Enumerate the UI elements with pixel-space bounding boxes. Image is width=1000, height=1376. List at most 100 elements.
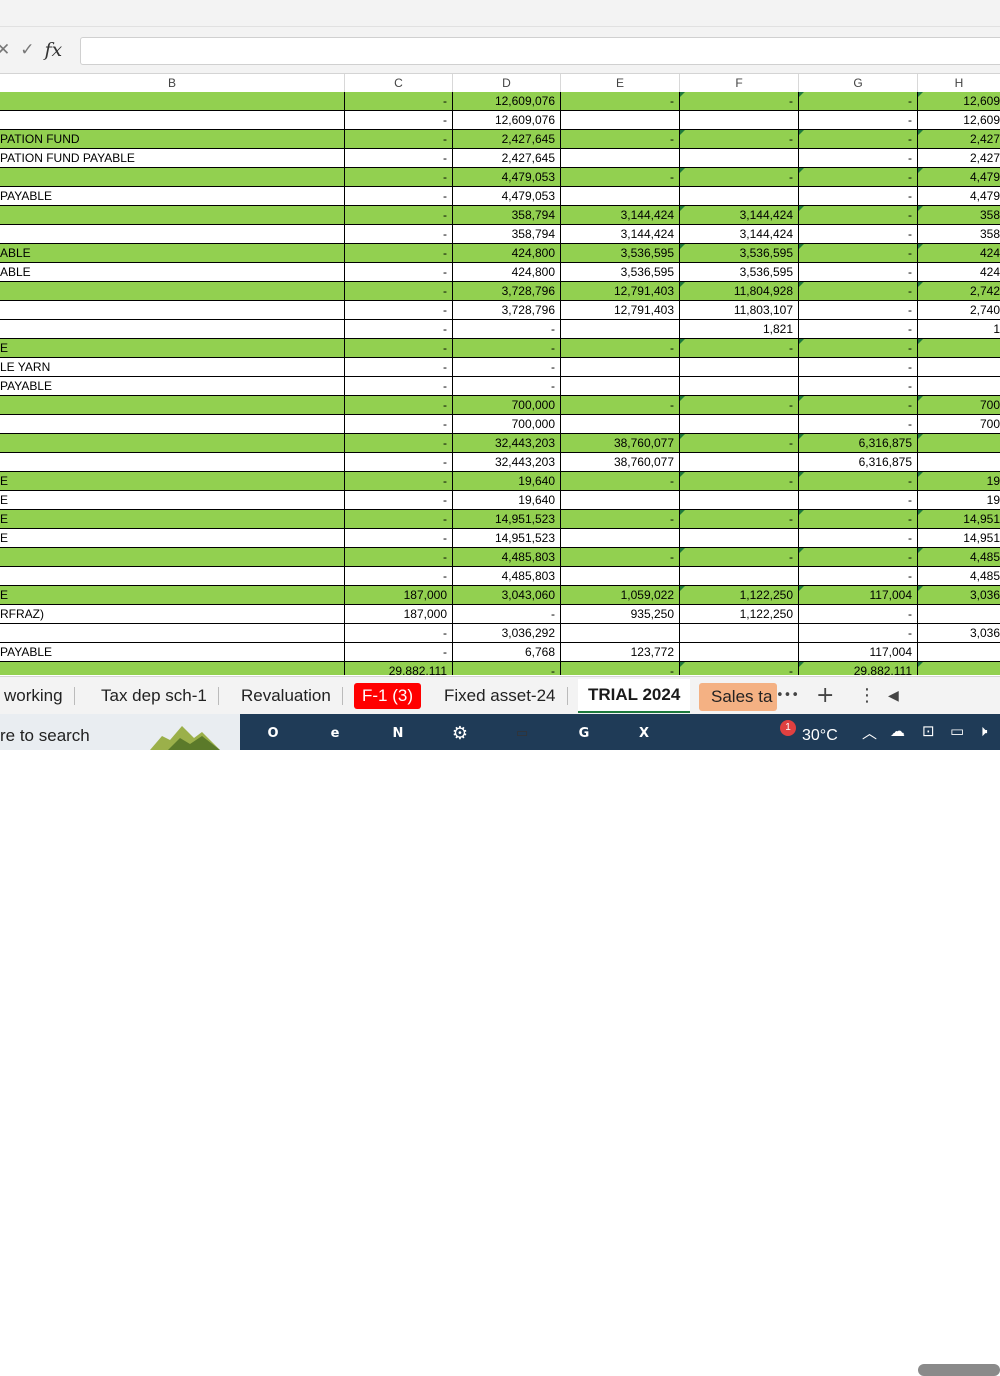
- cell-e[interactable]: [561, 377, 680, 396]
- column-header-d[interactable]: D: [453, 74, 561, 92]
- cell-f[interactable]: [680, 111, 799, 130]
- cell-b[interactable]: ABLE: [0, 263, 345, 282]
- cell-c[interactable]: -: [345, 168, 453, 187]
- cell-c[interactable]: -: [345, 130, 453, 149]
- cell-b[interactable]: [0, 206, 345, 225]
- cell-b[interactable]: E: [0, 510, 345, 529]
- cell-h[interactable]: [918, 434, 1000, 453]
- cell-d[interactable]: 32,443,203: [453, 453, 561, 472]
- cell-h[interactable]: 19: [918, 491, 1000, 510]
- battery-icon[interactable]: ▭: [950, 722, 964, 740]
- cell-e[interactable]: 3,144,424: [561, 206, 680, 225]
- cell-h[interactable]: 2,742: [918, 282, 1000, 301]
- cell-f[interactable]: [680, 567, 799, 586]
- cell-c[interactable]: 29,882,111: [345, 662, 453, 675]
- cell-b[interactable]: E: [0, 339, 345, 358]
- cell-g[interactable]: -: [799, 377, 918, 396]
- cell-c[interactable]: -: [345, 206, 453, 225]
- sheet-tab-f-1-3[interactable]: F-1 (3): [354, 683, 421, 709]
- cell-b[interactable]: [0, 168, 345, 187]
- cell-b[interactable]: PATION FUND PAYABLE: [0, 149, 345, 168]
- volume-icon[interactable]: 🕨: [978, 722, 987, 740]
- cell-f[interactable]: -: [680, 434, 799, 453]
- cell-f[interactable]: [680, 624, 799, 643]
- cell-c[interactable]: -: [345, 339, 453, 358]
- cell-d[interactable]: -: [453, 605, 561, 624]
- sheet-tab-working[interactable]: working: [4, 677, 75, 715]
- cell-c[interactable]: -: [345, 491, 453, 510]
- column-header-e[interactable]: E: [561, 74, 680, 92]
- cell-e[interactable]: -: [561, 662, 680, 675]
- outlook-app-icon[interactable]: O: [260, 722, 286, 746]
- cell-f[interactable]: 3,536,595: [680, 244, 799, 263]
- cell-g[interactable]: -: [799, 130, 918, 149]
- cell-e[interactable]: 38,760,077: [561, 453, 680, 472]
- cell-e[interactable]: [561, 187, 680, 206]
- cell-d[interactable]: 19,640: [453, 472, 561, 491]
- cell-b[interactable]: RFRAZ): [0, 605, 345, 624]
- cell-d[interactable]: 14,951,523: [453, 529, 561, 548]
- cell-h[interactable]: 2,427: [918, 130, 1000, 149]
- cell-d[interactable]: -: [453, 358, 561, 377]
- cell-d[interactable]: -: [453, 320, 561, 339]
- sheet-menu-icon[interactable]: ⋮: [858, 677, 876, 715]
- cell-g[interactable]: -: [799, 149, 918, 168]
- more-sheets-icon[interactable]: •••: [776, 677, 799, 715]
- cell-f[interactable]: 1,122,250: [680, 605, 799, 624]
- cell-f[interactable]: -: [680, 92, 799, 111]
- cell-h[interactable]: [918, 339, 1000, 358]
- cell-b[interactable]: [0, 434, 345, 453]
- cell-g[interactable]: -: [799, 339, 918, 358]
- cell-f[interactable]: [680, 453, 799, 472]
- cell-d[interactable]: 2,427,645: [453, 130, 561, 149]
- cell-e[interactable]: [561, 149, 680, 168]
- show-hidden-icons-icon[interactable]: ︿: [862, 722, 877, 743]
- cell-e[interactable]: -: [561, 339, 680, 358]
- cell-g[interactable]: -: [799, 320, 918, 339]
- cell-e[interactable]: [561, 567, 680, 586]
- cell-f[interactable]: -: [680, 662, 799, 675]
- cell-f[interactable]: -: [680, 130, 799, 149]
- cell-c[interactable]: 187,000: [345, 605, 453, 624]
- cell-e[interactable]: [561, 111, 680, 130]
- cell-f[interactable]: [680, 358, 799, 377]
- cell-c[interactable]: -: [345, 415, 453, 434]
- cell-h[interactable]: 4,485: [918, 548, 1000, 567]
- cell-f[interactable]: [680, 377, 799, 396]
- onenote-app-icon[interactable]: N: [385, 722, 411, 746]
- cell-h[interactable]: [918, 605, 1000, 624]
- cell-g[interactable]: -: [799, 358, 918, 377]
- cell-f[interactable]: -: [680, 548, 799, 567]
- cell-d[interactable]: -: [453, 377, 561, 396]
- cell-c[interactable]: -: [345, 396, 453, 415]
- cell-h[interactable]: 700: [918, 396, 1000, 415]
- cell-h[interactable]: 14,951: [918, 529, 1000, 548]
- cell-d[interactable]: 6,768: [453, 643, 561, 662]
- cell-b[interactable]: [0, 320, 345, 339]
- cell-h[interactable]: 14,951: [918, 510, 1000, 529]
- cell-d[interactable]: 32,443,203: [453, 434, 561, 453]
- cell-e[interactable]: 12,791,403: [561, 282, 680, 301]
- cell-f[interactable]: -: [680, 510, 799, 529]
- cell-d[interactable]: 358,794: [453, 206, 561, 225]
- cell-e[interactable]: -: [561, 92, 680, 111]
- cell-d[interactable]: 2,427,645: [453, 149, 561, 168]
- cell-f[interactable]: -: [680, 472, 799, 491]
- cell-h[interactable]: 424: [918, 244, 1000, 263]
- cell-b[interactable]: E: [0, 491, 345, 510]
- column-header-c[interactable]: C: [345, 74, 453, 92]
- cell-g[interactable]: -: [799, 472, 918, 491]
- cell-b[interactable]: PAYABLE: [0, 187, 345, 206]
- cell-c[interactable]: 187,000: [345, 586, 453, 605]
- horizontal-scrollbar[interactable]: [918, 1364, 1000, 1376]
- cell-b[interactable]: [0, 453, 345, 472]
- cell-e[interactable]: 3,536,595: [561, 244, 680, 263]
- cell-e[interactable]: 935,250: [561, 605, 680, 624]
- column-header-f[interactable]: F: [680, 74, 799, 92]
- cell-b[interactable]: PAYABLE: [0, 377, 345, 396]
- cell-c[interactable]: -: [345, 301, 453, 320]
- cell-h[interactable]: 358: [918, 225, 1000, 244]
- edge-app-icon[interactable]: e: [322, 722, 348, 746]
- cell-g[interactable]: -: [799, 491, 918, 510]
- cell-c[interactable]: -: [345, 529, 453, 548]
